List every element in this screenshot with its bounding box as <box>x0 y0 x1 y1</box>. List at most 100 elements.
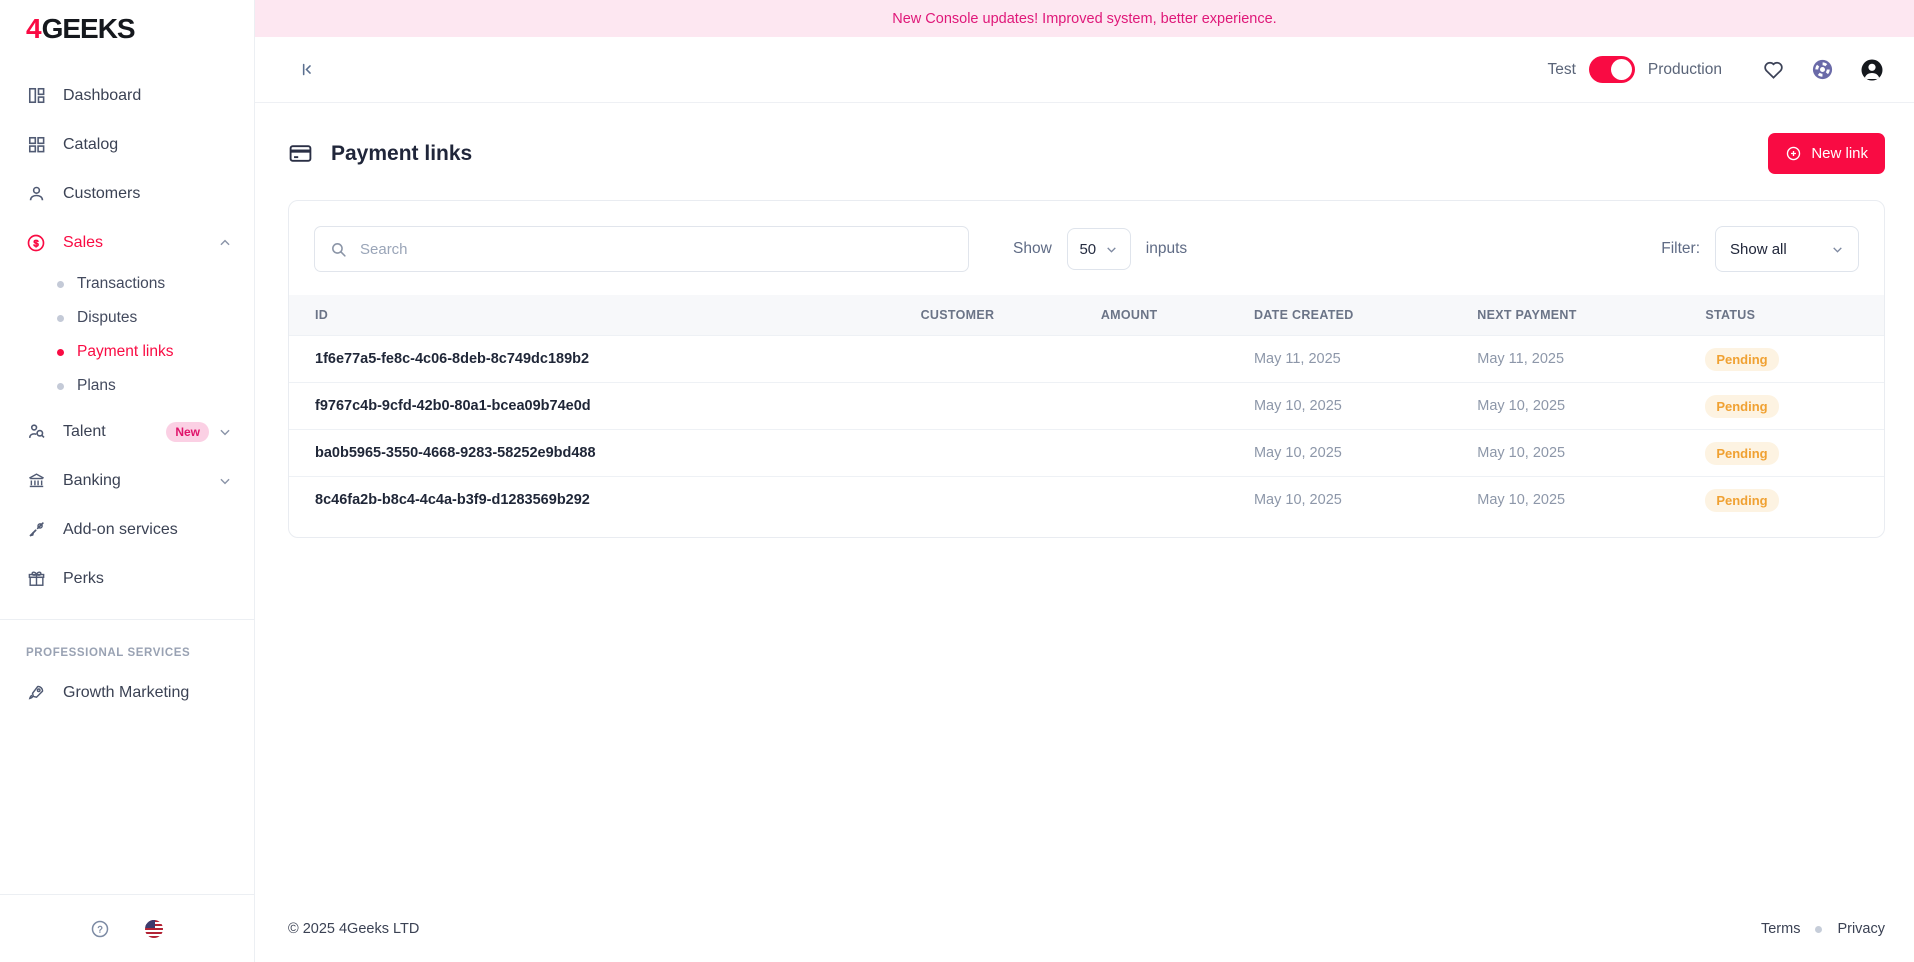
sidebar-item-label: Customers <box>63 185 140 203</box>
help-icon[interactable]: ? <box>90 919 110 939</box>
search-icon <box>330 241 347 258</box>
us-flag-icon[interactable] <box>144 919 164 939</box>
sidebar-subitem-label: Transactions <box>77 275 165 293</box>
sidebar-item-label: Add-on services <box>63 521 178 539</box>
sidebar-item-sales[interactable]: $ Sales <box>0 218 254 267</box>
gift-icon <box>26 569 46 589</box>
privacy-link[interactable]: Privacy <box>1837 921 1885 937</box>
heart-icon[interactable] <box>1762 58 1785 81</box>
cell-date-created: May 11, 2025 <box>1254 351 1477 367</box>
sidebar-subitem-disputes[interactable]: Disputes <box>0 301 254 335</box>
cell-id: 8c46fa2b-b8c4-4c4a-b3f9-d1283569b292 <box>289 492 921 508</box>
sidebar-item-catalog[interactable]: Catalog <box>0 120 254 169</box>
copyright-text: © 2025 4Geeks LTD <box>288 921 419 937</box>
status-badge: Pending <box>1705 395 1778 418</box>
terms-link[interactable]: Terms <box>1761 921 1800 937</box>
status-badge: Pending <box>1705 348 1778 371</box>
topbar-right: Test Production <box>1547 56 1884 83</box>
account-icon[interactable] <box>1860 58 1884 82</box>
sidebar-subitem-transactions[interactable]: Transactions <box>0 267 254 301</box>
sidebar-subitem-plans[interactable]: Plans <box>0 369 254 403</box>
cell-next-payment: May 10, 2025 <box>1477 492 1705 508</box>
sidebar-item-label: Growth Marketing <box>63 684 189 702</box>
filter-group: Filter: Show all <box>1661 226 1859 272</box>
page-size-value: 50 <box>1079 241 1096 258</box>
sidebar-item-label: Perks <box>63 570 104 588</box>
cell-next-payment: May 10, 2025 <box>1477 398 1705 414</box>
table-row[interactable]: 1f6e77a5-fe8c-4c06-8deb-8c749dc189b2 May… <box>289 335 1884 382</box>
sidebar-item-label: Dashboard <box>63 87 141 105</box>
sidebar-subitem-label: Plans <box>77 377 116 395</box>
footer-links: Terms Privacy <box>1761 921 1885 937</box>
status-badge: Pending <box>1705 442 1778 465</box>
page-content: Payment links New link Show <box>255 103 1914 962</box>
table-row[interactable]: ba0b5965-3550-4668-9283-58252e9bd488 May… <box>289 429 1884 476</box>
page-size-select[interactable]: 50 <box>1067 228 1131 270</box>
dashboard-icon <box>26 86 46 106</box>
sidebar: 4GEEKS Dashboard Catalog Customers <box>0 0 255 962</box>
sidebar-item-label: Banking <box>63 472 121 490</box>
brand-logo[interactable]: 4GEEKS <box>0 0 254 45</box>
filter-select[interactable]: Show all <box>1715 226 1859 272</box>
page-size-group: Show 50 inputs <box>1013 228 1187 270</box>
brand-logo-accent: 4 <box>26 13 41 44</box>
banking-icon <box>26 471 46 491</box>
chevron-down-icon[interactable] <box>218 474 232 488</box>
column-header-id[interactable]: ID <box>289 308 921 322</box>
sidebar-item-dashboard[interactable]: Dashboard <box>0 71 254 120</box>
toggle-knob <box>1611 59 1632 80</box>
collapse-sidebar-icon[interactable] <box>298 61 315 78</box>
cell-next-payment: May 11, 2025 <box>1477 351 1705 367</box>
cell-status: Pending <box>1705 489 1884 512</box>
filter-value: Show all <box>1730 241 1787 258</box>
plus-circle-icon <box>1785 145 1802 162</box>
sidebar-item-talent[interactable]: Talent New <box>0 407 254 456</box>
lifebuoy-icon[interactable] <box>1811 58 1834 81</box>
table-row[interactable]: 8c46fa2b-b8c4-4c4a-b3f9-d1283569b292 May… <box>289 476 1884 523</box>
customers-icon <box>26 184 46 204</box>
sidebar-item-perks[interactable]: Perks <box>0 554 254 603</box>
catalog-icon <box>26 135 46 155</box>
sidebar-item-growth-marketing[interactable]: Growth Marketing <box>0 668 254 717</box>
table-row[interactable]: f9767c4b-9cfd-42b0-80a1-bcea09b74e0d May… <box>289 382 1884 429</box>
payment-links-card: Show 50 inputs Filter: Show all <box>288 200 1885 538</box>
tools-icon <box>26 520 46 540</box>
payment-card-icon <box>288 141 313 166</box>
sales-icon: $ <box>26 233 46 253</box>
column-header-customer[interactable]: CUSTOMER <box>921 308 1101 322</box>
page-footer: © 2025 4Geeks LTD Terms Privacy <box>288 921 1885 962</box>
announcement-text: New Console updates! Improved system, be… <box>892 11 1276 27</box>
app-root: 4GEEKS Dashboard Catalog Customers <box>0 0 1914 962</box>
svg-text:$: $ <box>33 238 38 248</box>
cell-status: Pending <box>1705 395 1884 418</box>
bullet-icon <box>57 281 64 288</box>
column-header-date-created[interactable]: DATE CREATED <box>1254 308 1477 322</box>
page-header: Payment links New link <box>288 133 1885 174</box>
sidebar-item-addon-services[interactable]: Add-on services <box>0 505 254 554</box>
card-toolbar: Show 50 inputs Filter: Show all <box>289 201 1884 295</box>
cell-status: Pending <box>1705 442 1884 465</box>
column-header-amount[interactable]: AMOUNT <box>1101 308 1254 322</box>
professional-services-items: Growth Marketing <box>0 659 254 717</box>
bullet-icon <box>57 315 64 322</box>
search-input[interactable] <box>358 240 953 259</box>
main-area: New Console updates! Improved system, be… <box>255 0 1914 962</box>
rocket-icon <box>26 683 46 703</box>
environment-switch: Test Production <box>1547 56 1722 83</box>
sidebar-subitem-payment-links[interactable]: Payment links <box>0 335 254 369</box>
sidebar-item-label: Catalog <box>63 136 118 154</box>
production-label: Production <box>1648 61 1722 79</box>
inputs-label: inputs <box>1146 240 1187 258</box>
sidebar-item-customers[interactable]: Customers <box>0 169 254 218</box>
column-header-next-payment[interactable]: NEXT PAYMENT <box>1477 308 1705 322</box>
table-body: 1f6e77a5-fe8c-4c06-8deb-8c749dc189b2 May… <box>289 335 1884 523</box>
chevron-down-icon[interactable] <box>218 425 232 439</box>
new-link-button[interactable]: New link <box>1768 133 1885 174</box>
new-link-label: New link <box>1811 145 1868 162</box>
cell-id: ba0b5965-3550-4668-9283-58252e9bd488 <box>289 445 921 461</box>
column-header-status[interactable]: STATUS <box>1705 308 1884 322</box>
cell-id: 1f6e77a5-fe8c-4c06-8deb-8c749dc189b2 <box>289 351 921 367</box>
environment-toggle[interactable] <box>1589 56 1635 83</box>
chevron-up-icon[interactable] <box>218 236 232 250</box>
sidebar-item-banking[interactable]: Banking <box>0 456 254 505</box>
